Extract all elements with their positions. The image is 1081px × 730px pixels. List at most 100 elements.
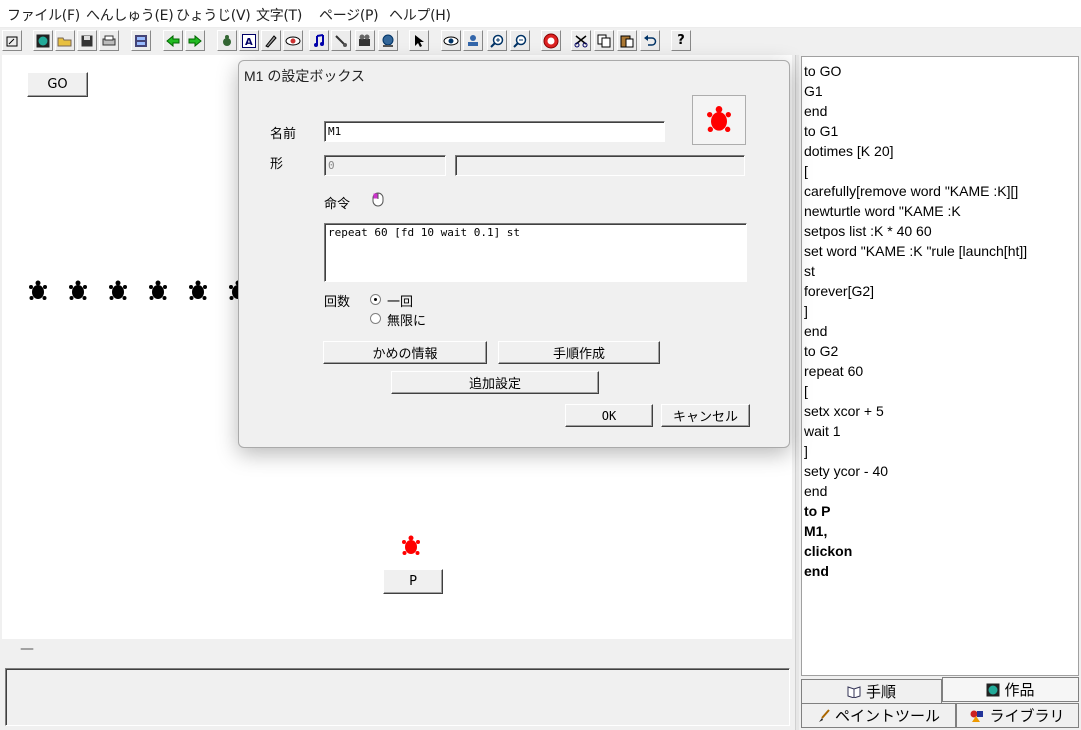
code-line: to G2 — [804, 343, 839, 359]
zoom-in-icon[interactable] — [487, 30, 507, 51]
settings-dialog: M1 の設定ボックス 名前 形 命令 repeat 60 [fd 10 wait… — [238, 60, 790, 448]
globe-icon[interactable] — [33, 30, 53, 51]
add-settings-button[interactable]: 追加設定 — [391, 371, 599, 394]
code-line: [ — [804, 383, 808, 399]
open-folder-icon[interactable] — [55, 30, 75, 51]
name-field[interactable] — [324, 121, 665, 142]
code-line: to P — [804, 503, 831, 519]
code-line: sety ycor - 40 — [804, 463, 889, 479]
count-label: 回数 — [324, 295, 351, 310]
menu-view[interactable]: ひょうじ(V) — [176, 5, 251, 25]
code-line: setpos list :K * 40 60 — [804, 223, 932, 239]
red-turtle-icon — [707, 106, 731, 132]
code-line: to G1 — [804, 123, 839, 139]
radio-infinite-label: 無限に — [387, 314, 427, 329]
mouse-icon[interactable] — [372, 192, 384, 207]
code-line: newturtle word "KAME :K — [804, 203, 961, 219]
tab-paint-tool[interactable]: ペイントツール — [801, 703, 956, 728]
red-turtle[interactable] — [400, 534, 422, 558]
p-button[interactable]: P — [383, 569, 443, 594]
menu-text[interactable]: 文字(T) — [256, 5, 302, 25]
web-icon[interactable] — [378, 30, 398, 51]
code-line: repeat 60 — [804, 363, 864, 379]
copy-icon[interactable] — [594, 30, 614, 51]
stop-icon[interactable] — [541, 30, 561, 51]
create-procedure-button[interactable]: 手順作成 — [498, 341, 660, 364]
radio-once-dot — [370, 294, 381, 305]
undo-icon[interactable] — [640, 30, 660, 51]
code-line: ] — [804, 443, 808, 459]
menu-edit[interactable]: へんしゅう(E) — [86, 5, 174, 25]
minimize-mark[interactable]: — — [20, 641, 34, 657]
eye-icon[interactable] — [441, 30, 461, 51]
back-arrow-icon[interactable] — [163, 30, 183, 51]
code-line: setx xcor + 5 — [804, 403, 884, 419]
camera-icon[interactable] — [355, 30, 375, 51]
go-button[interactable]: GO — [27, 72, 88, 97]
tab-library[interactable]: ライブラリ — [956, 703, 1079, 728]
menu-bar: ファイル(F) へんしゅう(E) ひょうじ(V) 文字(T) ページ(P) ヘル… — [0, 0, 1081, 28]
pointer-icon[interactable] — [409, 30, 429, 51]
splitter[interactable] — [795, 55, 799, 730]
tab-works-label: 作品 — [1004, 681, 1035, 699]
message-box[interactable] — [5, 668, 790, 726]
code-line: end — [804, 563, 829, 579]
command-label: 命令 — [324, 197, 351, 212]
brush-icon[interactable] — [331, 30, 351, 51]
black-turtle[interactable] — [67, 279, 89, 303]
tab-procedures[interactable]: 手順 — [801, 679, 942, 704]
black-turtle[interactable] — [107, 279, 129, 303]
turtle-info-button[interactable]: かめの情報 — [323, 341, 487, 364]
book-icon[interactable] — [131, 30, 151, 51]
menu-page[interactable]: ページ(P) — [319, 5, 379, 25]
code-line: end — [804, 323, 828, 339]
shape-field[interactable] — [324, 155, 446, 176]
code-line: end — [804, 103, 828, 119]
music-note-icon[interactable] — [309, 30, 329, 51]
turtle-preview[interactable] — [692, 95, 746, 145]
shape-name-field — [455, 155, 745, 176]
radio-once-label: 一回 — [387, 295, 414, 310]
shapes-icon — [970, 710, 984, 722]
window-icon[interactable] — [2, 30, 22, 51]
text-box-icon[interactable]: A — [239, 30, 259, 51]
tab-library-label: ライブラリ — [989, 707, 1065, 725]
tab-procedures-label: 手順 — [865, 683, 896, 701]
globe-icon — [986, 683, 1000, 696]
code-line: carefully[remove word "KAME :K][] — [804, 183, 1019, 199]
menu-help[interactable]: ヘルプ(H) — [389, 5, 451, 25]
code-line: set word "KAME :K "rule [launch[ht]] — [804, 243, 1028, 259]
stamp-icon[interactable] — [463, 30, 483, 51]
cut-icon[interactable] — [571, 30, 591, 51]
dialog-title: M1 の設定ボックス — [244, 68, 365, 84]
tab-works[interactable]: 作品 — [942, 677, 1079, 702]
save-icon[interactable] — [77, 30, 97, 51]
toolbar: A ? — [0, 28, 1081, 55]
forward-arrow-icon[interactable] — [185, 30, 205, 51]
cancel-button[interactable]: キャンセル — [661, 404, 750, 427]
zoom-out-icon[interactable] — [510, 30, 530, 51]
canvas-footer: — — [2, 639, 792, 665]
menu-file[interactable]: ファイル(F) — [7, 5, 80, 25]
code-line: st — [804, 263, 815, 279]
code-line: to GO — [804, 63, 842, 79]
ok-button[interactable]: OK — [565, 404, 653, 427]
help-icon[interactable]: ? — [671, 30, 691, 51]
code-line: end — [804, 483, 828, 499]
paste-icon[interactable] — [617, 30, 637, 51]
code-line: M1, — [804, 523, 828, 539]
procedure-editor[interactable]: to GO G1 end to G1 dotimes [K 20] [carefully[… — [801, 56, 1079, 676]
eye-hide-icon[interactable] — [283, 30, 303, 51]
code-line: [ — [804, 163, 808, 179]
black-turtle[interactable] — [27, 279, 49, 303]
black-turtle[interactable] — [147, 279, 169, 303]
radio-infinite-dot — [370, 313, 381, 324]
code-line: dotimes [K 20] — [804, 143, 894, 159]
paint-icon[interactable] — [261, 30, 281, 51]
brush-icon — [818, 708, 830, 722]
print-icon[interactable] — [99, 30, 119, 51]
command-textarea[interactable]: repeat 60 [fd 10 wait 0.1] st — [324, 223, 747, 282]
code-line: wait 1 — [804, 423, 841, 439]
black-turtle[interactable] — [187, 279, 209, 303]
turtle-icon[interactable] — [217, 30, 237, 51]
